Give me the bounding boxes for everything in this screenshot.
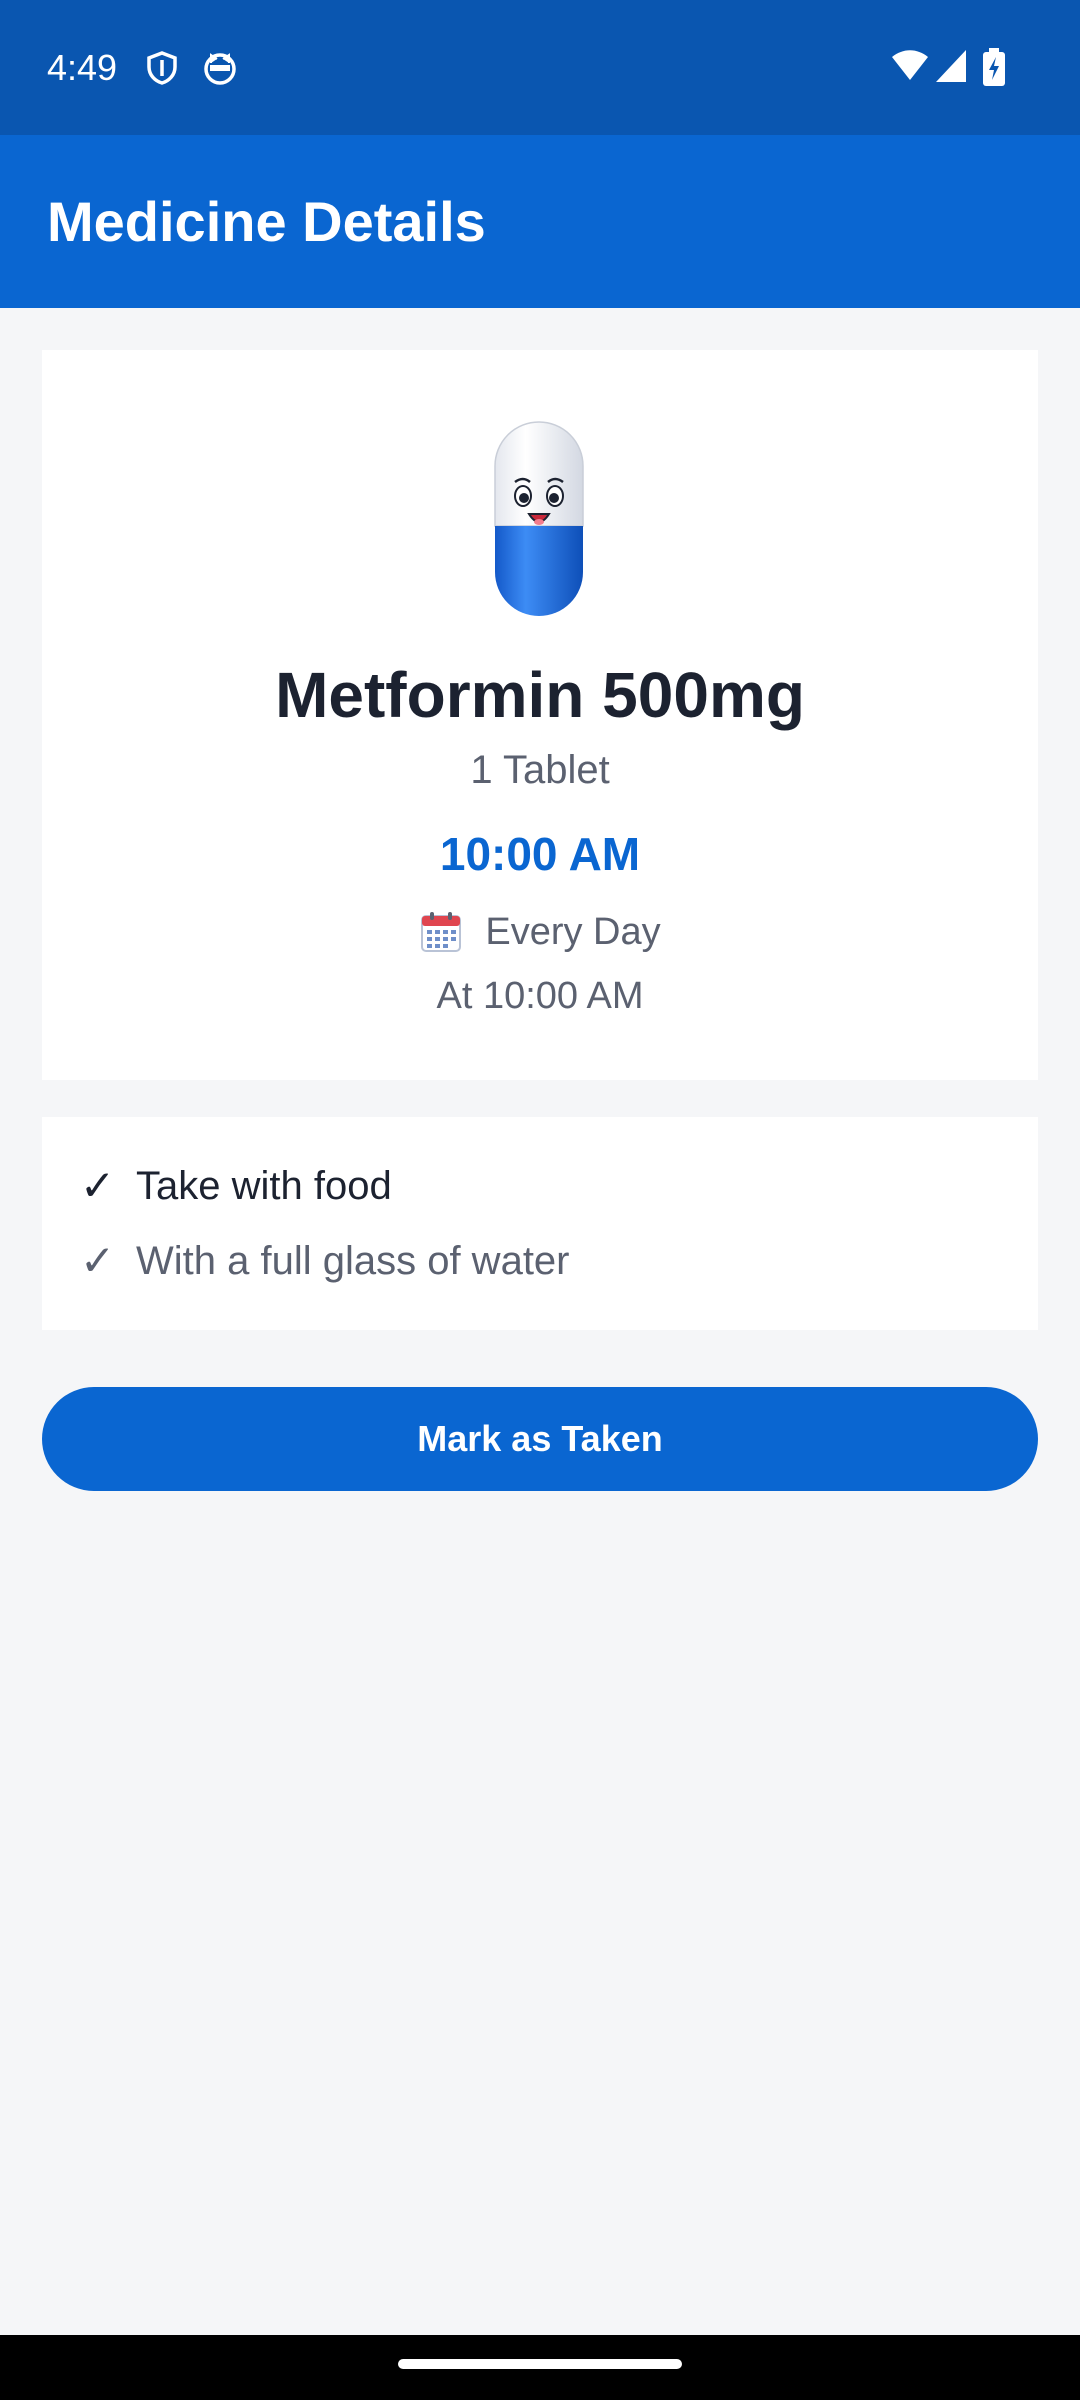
status-bar: 4:49 bbox=[0, 0, 1080, 135]
frequency-text: Every Day bbox=[485, 911, 661, 953]
cat-face-icon bbox=[204, 53, 236, 85]
instruction-text: With a full glass of water bbox=[136, 1239, 570, 1283]
shield-icon bbox=[147, 51, 177, 85]
instruction-text: Take with food bbox=[136, 1164, 392, 1208]
wifi-icon bbox=[892, 50, 928, 80]
app-bar: Medicine Details bbox=[0, 135, 1080, 308]
status-time: 4:49 bbox=[47, 47, 118, 88]
page-title: Medicine Details bbox=[47, 190, 486, 253]
frequency-row: Every Day bbox=[42, 906, 1038, 958]
calendar-icon bbox=[421, 912, 462, 952]
home-indicator[interactable] bbox=[398, 2359, 682, 2369]
check-icon: ✓ bbox=[80, 1237, 116, 1284]
instruction-item: ✓ With a full glass of water bbox=[80, 1235, 570, 1287]
medicine-time: 10:00 AM bbox=[439, 828, 641, 880]
battery-charging-icon bbox=[983, 48, 1005, 86]
check-icon: ✓ bbox=[80, 1162, 116, 1209]
navigation-bar bbox=[0, 2335, 1080, 2400]
medicine-name: Metformin 500mg bbox=[275, 659, 805, 731]
smiling-pill-icon bbox=[494, 421, 584, 616]
instruction-item: ✓ Take with food bbox=[80, 1160, 392, 1212]
signal-icon bbox=[936, 50, 966, 82]
mark-as-taken-button[interactable]: Mark as Taken bbox=[42, 1387, 1038, 1491]
medicine-dose: 1 Tablet bbox=[470, 748, 610, 792]
frequency-detail: At 10:00 AM bbox=[436, 975, 644, 1017]
instructions-card bbox=[42, 1117, 1038, 1330]
